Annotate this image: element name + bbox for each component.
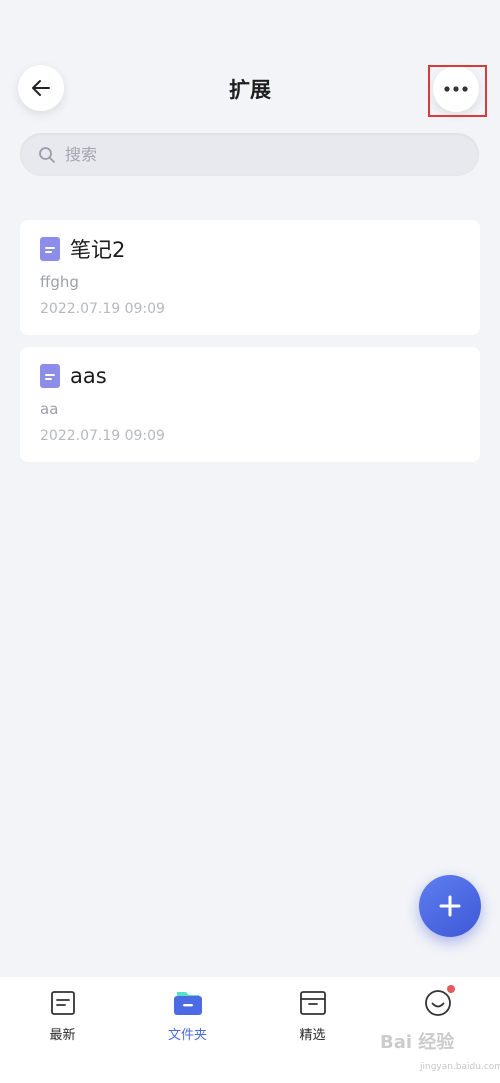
search-input[interactable]: [65, 145, 445, 164]
note-title: 笔记2: [70, 238, 126, 262]
note-card[interactable]: aas aa 2022.07.19 09:09: [20, 347, 480, 462]
page-title: 扩展: [229, 78, 271, 102]
document-icon: [40, 364, 60, 388]
search-bar[interactable]: [20, 133, 479, 176]
note-date: 2022.07.19 09:09: [40, 428, 165, 444]
tab-featured[interactable]: 精选: [250, 977, 375, 1083]
document-icon: [40, 237, 60, 261]
note-title: aas: [70, 364, 107, 388]
note-icon: [48, 988, 78, 1018]
tab-label: 精选: [299, 1028, 326, 1043]
notification-badge: [446, 985, 455, 993]
note-card[interactable]: 笔记2 ffghg 2022.07.19 09:09: [20, 220, 480, 335]
note-preview: aa: [40, 400, 59, 418]
tab-folder[interactable]: 文件夹: [125, 977, 250, 1083]
tab-label: 文件夹: [167, 1028, 207, 1043]
note-date: 2022.07.19 09:09: [40, 301, 165, 317]
add-note-button[interactable]: [419, 875, 481, 937]
smiley-icon: [423, 985, 455, 1018]
watermark: Bai 经验: [380, 1032, 455, 1053]
plus-icon: [438, 894, 462, 918]
highlight-annotation: [428, 65, 487, 117]
search-icon: [38, 146, 56, 164]
archive-box-icon: [298, 988, 328, 1018]
tab-label: 最新: [49, 1028, 76, 1043]
note-preview: ffghg: [40, 273, 79, 291]
tab-latest[interactable]: 最新: [0, 977, 125, 1083]
watermark-url: jingyan.baidu.com: [420, 1062, 500, 1072]
folder-icon: [173, 988, 203, 1018]
